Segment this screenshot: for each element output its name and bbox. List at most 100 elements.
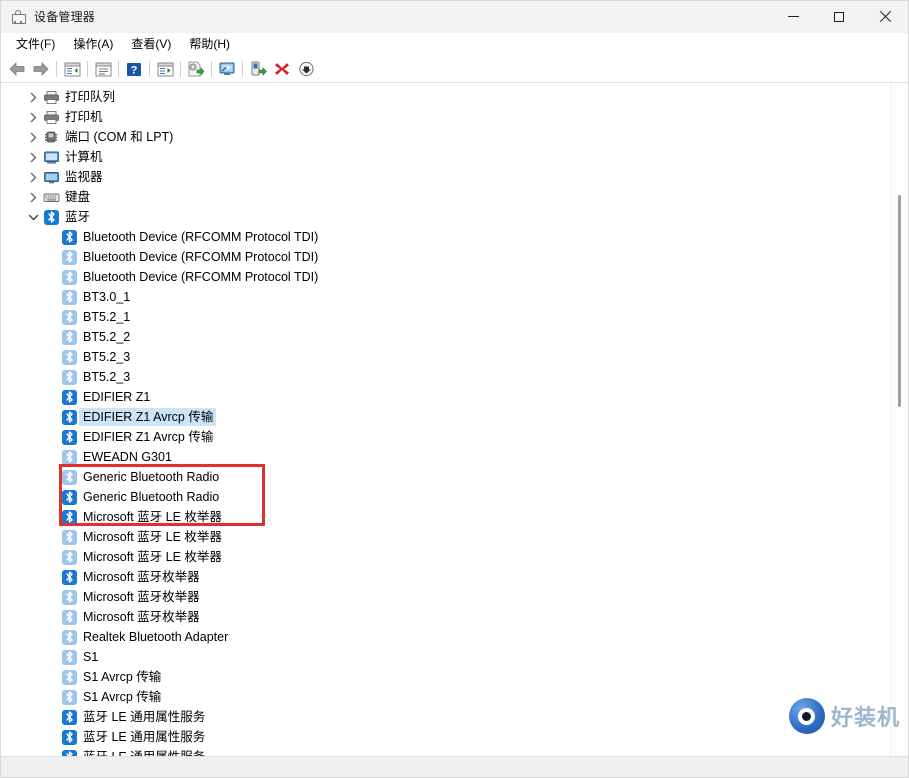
chevron-right-icon[interactable] [25, 147, 41, 167]
tree-item-bluetooth[interactable]: 蓝牙 [1, 207, 908, 227]
tree-item-label: EDIFIER Z1 Avrcp 传输 [83, 430, 214, 444]
update-driver-button[interactable] [184, 58, 208, 80]
tree-item-bt52-2[interactable]: BT5.2_2 [1, 327, 908, 347]
printer-icon [43, 110, 59, 124]
tree-item-s1-avrcp-2[interactable]: S1 Avrcp 传输 [1, 687, 908, 707]
separator-2 [87, 61, 88, 77]
tree-item-edifier-z1-avrcp-1[interactable]: EDIFIER Z1 Avrcp 传输 [1, 407, 908, 427]
separator-6 [211, 61, 212, 77]
tree-item-print-queues[interactable]: 打印队列 [1, 87, 908, 107]
chevron-right-icon[interactable] [25, 107, 41, 127]
tree-item-monitors[interactable]: 监视器 [1, 167, 908, 187]
disable-device-button[interactable] [294, 58, 318, 80]
chevron-right-icon[interactable] [25, 167, 41, 187]
bluetooth-icon [43, 209, 59, 225]
vertical-scrollbar[interactable] [890, 83, 908, 756]
tree-item-bt52-3a[interactable]: BT5.2_3 [1, 347, 908, 367]
tree-item-ms-bt-enumerator-1[interactable]: Microsoft 蓝牙枚举器 [1, 567, 908, 587]
menu-view[interactable]: 查看(V) [122, 34, 180, 54]
forward-button[interactable] [29, 58, 53, 80]
tree-item-s1-avrcp-1[interactable]: S1 Avrcp 传输 [1, 667, 908, 687]
tree-item-bt-le-gatt-service-2[interactable]: 蓝牙 LE 通用属性服务 [1, 727, 908, 747]
tree-item-computer[interactable]: 计算机 [1, 147, 908, 167]
tree-item-bt30-1[interactable]: BT3.0_1 [1, 287, 908, 307]
bluetooth-icon [61, 729, 77, 745]
tree-item-edifier-z1-avrcp-2[interactable]: EDIFIER Z1 Avrcp 传输 [1, 427, 908, 447]
eye-monitor-logo [788, 698, 825, 734]
tree-item-label: BT5.2_3 [83, 350, 131, 364]
tree-item-edifier-z1[interactable]: EDIFIER Z1 [1, 387, 908, 407]
printer-queue-icon [41, 87, 61, 107]
bluetooth-icon [59, 747, 79, 756]
show-hide-console-tree-button[interactable] [60, 58, 84, 80]
tree-item-label: Microsoft 蓝牙 LE 枚举器 [83, 510, 222, 524]
device-manager-icon [10, 9, 26, 25]
menu-action[interactable]: 操作(A) [64, 34, 122, 54]
minimize-button[interactable] [770, 1, 816, 32]
menu-help[interactable]: 帮助(H) [180, 34, 239, 54]
chevron-down-icon[interactable] [25, 207, 41, 227]
statusbar [1, 756, 908, 777]
tree-item-s1[interactable]: S1 [1, 647, 908, 667]
tree-item-ms-bt-le-enumerator-3[interactable]: Microsoft 蓝牙 LE 枚举器 [1, 547, 908, 567]
bluetooth-icon [61, 589, 77, 605]
tree-item-label: Microsoft 蓝牙枚举器 [83, 570, 200, 584]
scrollbar-thumb[interactable] [898, 195, 901, 407]
close-button[interactable] [862, 1, 908, 32]
tree-item-label: BT5.2_3 [83, 370, 131, 384]
bluetooth-icon [59, 727, 79, 747]
menu-file[interactable]: 文件(F) [7, 34, 64, 54]
tree-item-generic-bluetooth-radio-2[interactable]: Generic Bluetooth Radio [1, 487, 908, 507]
bluetooth-icon [61, 689, 77, 705]
bluetooth-icon [59, 427, 79, 447]
chevron-right-icon[interactable] [25, 87, 41, 107]
tree-item-ports[interactable]: 端口 (COM 和 LPT) [1, 127, 908, 147]
scan-hardware-changes-button[interactable] [215, 58, 239, 80]
tree-item-keyboards[interactable]: 键盘 [1, 187, 908, 207]
tree-item-ms-bt-enumerator-2[interactable]: Microsoft 蓝牙枚举器 [1, 587, 908, 607]
monitor-icon [43, 171, 59, 183]
window-title: 设备管理器 [34, 10, 96, 24]
device-manager-window: 设备管理器 文件(F) 操作(A) 查看(V) 帮助(H) ? 打印队列 打印机… [0, 0, 909, 778]
watermark-text: 好装机 [830, 705, 900, 730]
titlebar-left: 设备管理器 [1, 8, 95, 25]
tree-item-generic-bluetooth-radio-1[interactable]: Generic Bluetooth Radio [1, 467, 908, 487]
action-pane-icon [157, 62, 173, 76]
bluetooth-icon [59, 467, 79, 487]
uninstall-device-button[interactable] [270, 58, 294, 80]
tree-item-ms-bt-enumerator-3[interactable]: Microsoft 蓝牙枚举器 [1, 607, 908, 627]
tree-item-label: BT3.0_1 [83, 290, 131, 304]
tree-item-realtek-bluetooth-adapter[interactable]: Realtek Bluetooth Adapter [1, 627, 908, 647]
tree-item-label: Microsoft 蓝牙 LE 枚举器 [83, 530, 222, 544]
bluetooth-icon [59, 687, 79, 707]
maximize-button[interactable] [816, 1, 862, 32]
chevron-right-icon[interactable] [25, 127, 41, 147]
port-icon [45, 131, 57, 142]
update-driver-icon [188, 61, 205, 77]
chevron-right-icon[interactable] [25, 187, 41, 207]
bluetooth-icon [61, 709, 77, 725]
tree-item-ms-bt-le-enumerator-1[interactable]: Microsoft 蓝牙 LE 枚举器 [1, 507, 908, 527]
tree-item-bluetooth-device-rfcomm-3[interactable]: Bluetooth Device (RFCOMM Protocol TDI) [1, 267, 908, 287]
computer-icon [41, 147, 61, 167]
tree-item-eweadn-g301[interactable]: EWEADN G301 [1, 447, 908, 467]
device-tree[interactable]: 打印队列 打印机 端口 (COM 和 LPT) 计算机 监视器 键盘 蓝牙 Bluetooth… [1, 83, 908, 756]
back-button[interactable] [5, 58, 29, 80]
help-button[interactable]: ? [122, 58, 146, 80]
printer-icon [41, 107, 61, 127]
tree-item-printers[interactable]: 打印机 [1, 107, 908, 127]
computer-icon [43, 151, 59, 164]
bluetooth-icon [61, 569, 77, 585]
tree-item-bt-le-gatt-service-1[interactable]: 蓝牙 LE 通用属性服务 [1, 707, 908, 727]
tree-item-bt-le-gatt-service-3[interactable]: 蓝牙 LE 通用属性服务 [1, 747, 908, 756]
bluetooth-icon [61, 489, 77, 505]
tree-item-bt52-3b[interactable]: BT5.2_3 [1, 367, 908, 387]
tree-item-ms-bt-le-enumerator-2[interactable]: Microsoft 蓝牙 LE 枚举器 [1, 527, 908, 547]
properties-button[interactable] [91, 58, 115, 80]
show-hide-action-pane-button[interactable] [153, 58, 177, 80]
tree-item-label: 计算机 [65, 150, 103, 164]
tree-item-bt52-1[interactable]: BT5.2_1 [1, 307, 908, 327]
enable-device-button[interactable] [246, 58, 270, 80]
tree-item-bluetooth-device-rfcomm-1[interactable]: Bluetooth Device (RFCOMM Protocol TDI) [1, 227, 908, 247]
tree-item-bluetooth-device-rfcomm-2[interactable]: Bluetooth Device (RFCOMM Protocol TDI) [1, 247, 908, 267]
